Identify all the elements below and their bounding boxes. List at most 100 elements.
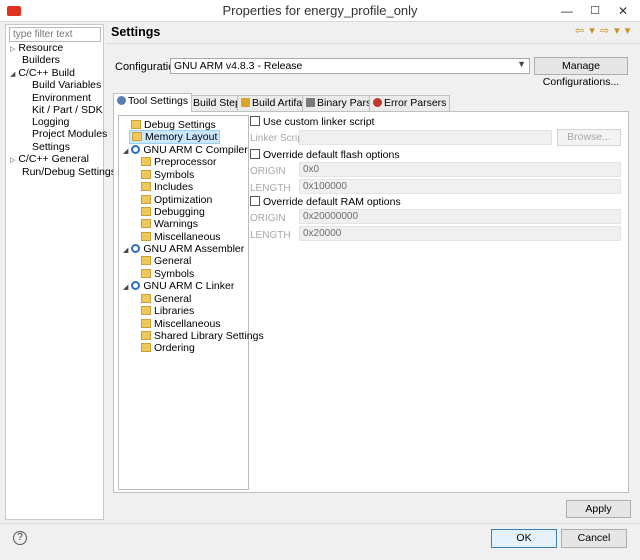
tree-item-libraries[interactable]: Libraries bbox=[141, 305, 194, 317]
tree-item-debugging[interactable]: Debugging bbox=[141, 206, 205, 218]
ram-origin-label: ORIGIN bbox=[250, 213, 286, 224]
close-button[interactable]: ✕ bbox=[609, 0, 637, 22]
nav-item-build-variables[interactable]: Build Variables bbox=[32, 79, 101, 92]
checkbox-icon[interactable] bbox=[250, 149, 260, 159]
filter-input[interactable] bbox=[9, 27, 101, 42]
checkbox-icon[interactable] bbox=[250, 196, 260, 206]
folder-icon bbox=[131, 120, 141, 129]
folder-icon bbox=[141, 170, 151, 179]
tree-item-gnu-arm-c-linker[interactable]: ◢ GNU ARM C Linker bbox=[123, 280, 234, 294]
gear-icon bbox=[131, 244, 141, 253]
tab-label: Tool Settings bbox=[128, 95, 189, 107]
tree-label: Miscellaneous bbox=[154, 231, 221, 243]
maximize-button[interactable]: ☐ bbox=[581, 0, 609, 22]
apply-button[interactable]: Apply bbox=[566, 500, 631, 518]
tree-item-miscellaneous[interactable]: Miscellaneous bbox=[141, 318, 221, 330]
folder-icon bbox=[141, 294, 151, 303]
tree-item-warnings[interactable]: Warnings bbox=[141, 218, 198, 230]
tree-item-miscellaneous[interactable]: Miscellaneous bbox=[141, 231, 221, 243]
ram-length-label: LENGTH bbox=[250, 230, 291, 241]
tree-label: GNU ARM C Linker bbox=[143, 280, 235, 292]
chevron-down-icon: ▼ bbox=[517, 59, 526, 69]
tree-label: General bbox=[154, 293, 192, 305]
history-navigation-icon[interactable]: ⇦ ▾ ⇨ ▾ ▾ bbox=[575, 24, 631, 37]
tree-label: Libraries bbox=[154, 305, 195, 317]
gear-icon bbox=[131, 145, 141, 154]
folder-icon bbox=[141, 343, 151, 352]
folder-icon bbox=[141, 331, 151, 340]
configuration-select[interactable]: GNU ARM v4.8.3 - Release ▼ bbox=[170, 58, 530, 74]
flash-origin-field[interactable]: 0x0 bbox=[299, 162, 621, 177]
override-flash-checkbox[interactable]: Override default flash options bbox=[250, 149, 400, 161]
ram-origin-field[interactable]: 0x20000000 bbox=[299, 209, 621, 224]
nav-label: C/C++ General bbox=[18, 153, 89, 165]
collapse-icon[interactable]: ◢ bbox=[123, 247, 128, 254]
tree-item-ordering[interactable]: Ordering bbox=[141, 342, 195, 354]
folder-icon bbox=[141, 232, 151, 241]
configuration-value: GNU ARM v4.8.3 - Release bbox=[174, 60, 303, 72]
tree-label: Ordering bbox=[154, 342, 195, 354]
nav-label: Resource bbox=[18, 42, 64, 54]
collapse-icon[interactable]: ◢ bbox=[10, 71, 15, 78]
tree-item-symbols[interactable]: Symbols bbox=[141, 169, 194, 181]
manage-configurations-button[interactable]: Manage Configurations... bbox=[534, 57, 628, 88]
ram-length-field[interactable]: 0x20000 bbox=[299, 226, 621, 241]
tree-label: Memory Layout bbox=[145, 131, 218, 143]
nav-item-environment[interactable]: Environment bbox=[32, 92, 91, 105]
override-ram-checkbox[interactable]: Override default RAM options bbox=[250, 196, 401, 208]
build-artifact-icon bbox=[241, 98, 250, 107]
nav-item-settings[interactable]: Settings bbox=[32, 141, 70, 154]
custom-linker-checkbox[interactable]: Use custom linker script bbox=[250, 116, 374, 128]
tab-tool-settings[interactable]: Tool Settings bbox=[113, 93, 193, 112]
tree-label: GNU ARM Assembler bbox=[143, 243, 245, 255]
title-bar: Properties for energy_profile_only — ☐ ✕ bbox=[0, 0, 640, 22]
ok-button[interactable]: OK bbox=[491, 529, 557, 548]
collapse-icon[interactable]: ◢ bbox=[123, 148, 128, 155]
tool-settings-tree: Debug Settings Memory Layout ◢ GNU ARM C… bbox=[118, 115, 264, 490]
tree-label: Symbols bbox=[154, 169, 195, 181]
collapse-icon[interactable]: ◢ bbox=[123, 284, 128, 291]
folder-icon bbox=[141, 207, 151, 216]
tree-item-general[interactable]: General bbox=[141, 293, 191, 305]
gear-icon bbox=[131, 281, 141, 290]
tab-error-parsers[interactable]: Error Parsers bbox=[369, 95, 451, 111]
checkbox-label: Override default RAM options bbox=[263, 196, 401, 208]
nav-item-run-debug-settings[interactable]: Run/Debug Settings bbox=[22, 166, 116, 179]
tree-label: Miscellaneous bbox=[154, 318, 221, 330]
tree-label: GNU ARM C Compiler bbox=[143, 144, 248, 156]
tree-item-preprocessor[interactable]: Preprocessor bbox=[141, 156, 216, 168]
nav-item-project-modules[interactable]: Project Modules bbox=[32, 128, 107, 141]
tree-item-general[interactable]: General bbox=[141, 255, 191, 267]
linker-script-field[interactable] bbox=[299, 130, 552, 145]
tree-item-includes[interactable]: Includes bbox=[141, 181, 193, 193]
cancel-button[interactable]: Cancel bbox=[561, 529, 627, 548]
tool-settings-icon bbox=[117, 96, 126, 105]
checkbox-icon[interactable] bbox=[250, 116, 260, 126]
minimize-button[interactable]: — bbox=[553, 0, 581, 22]
tree-item-symbols[interactable]: Symbols bbox=[141, 268, 194, 280]
folder-icon bbox=[141, 182, 151, 191]
nav-label: C/C++ Build bbox=[18, 67, 75, 79]
nav-item-kit-part-sdk[interactable]: Kit / Part / SDK bbox=[32, 104, 103, 117]
checkbox-label: Override default flash options bbox=[263, 149, 400, 161]
folder-icon bbox=[141, 256, 151, 265]
tree-label: Warnings bbox=[154, 218, 198, 230]
footer-divider bbox=[0, 523, 640, 524]
folder-icon bbox=[132, 132, 142, 141]
tree-label: General bbox=[154, 255, 192, 267]
tree-item-optimization[interactable]: Optimization bbox=[141, 194, 212, 206]
nav-item-builders[interactable]: Builders bbox=[22, 54, 60, 67]
nav-item-logging[interactable]: Logging bbox=[32, 116, 69, 129]
folder-icon bbox=[141, 269, 151, 278]
tree-item-shared-library-settings[interactable]: Shared Library Settings bbox=[141, 330, 264, 342]
checkbox-label: Use custom linker script bbox=[263, 116, 375, 128]
header-divider bbox=[106, 43, 640, 44]
tree-item-memory-layout[interactable]: Memory Layout bbox=[129, 130, 221, 144]
expand-icon[interactable]: ▷ bbox=[10, 46, 15, 53]
window-title: Properties for energy_profile_only bbox=[222, 3, 418, 18]
help-icon[interactable]: ? bbox=[13, 531, 27, 545]
expand-icon[interactable]: ▷ bbox=[10, 157, 15, 164]
folder-icon bbox=[141, 306, 151, 315]
browse-button[interactable]: Browse... bbox=[557, 129, 621, 146]
flash-length-field[interactable]: 0x100000 bbox=[299, 179, 621, 194]
